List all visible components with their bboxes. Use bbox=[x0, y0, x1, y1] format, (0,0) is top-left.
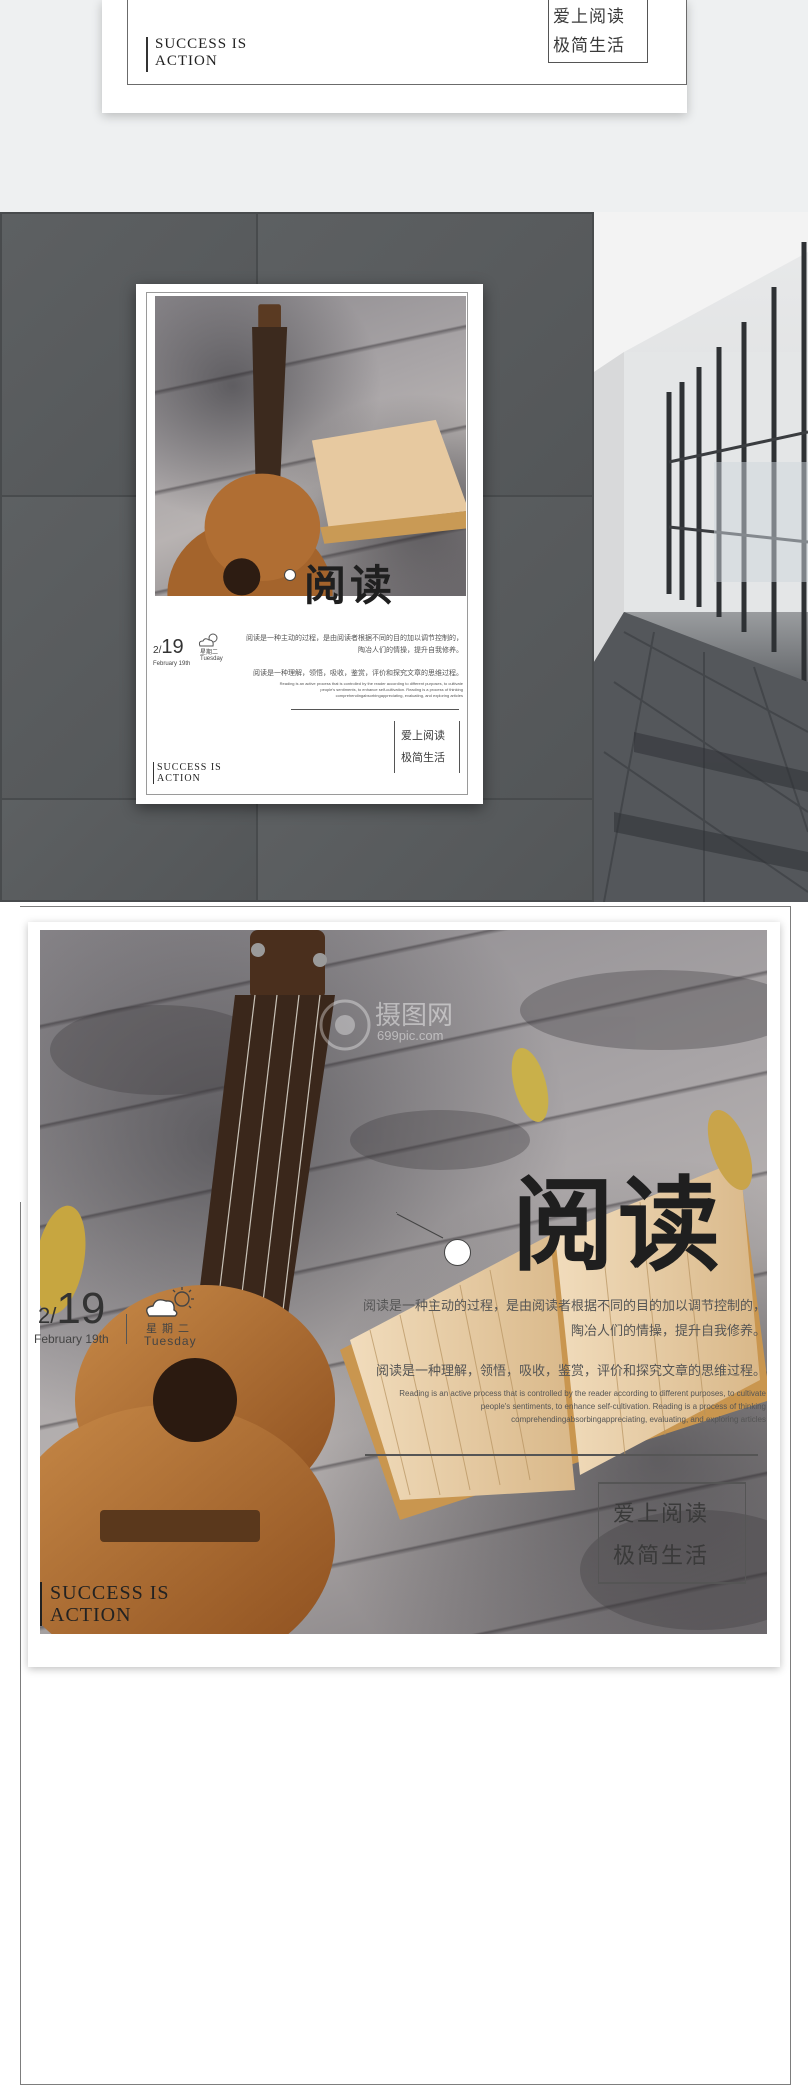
date-divider bbox=[126, 1314, 127, 1344]
mini-para-cn-1: 阅读是一种主动的过程，是由阅读者根据不同的目的加以调节控制的， 陶冶人们的情操，提… bbox=[246, 634, 463, 654]
poster-frame-left bbox=[20, 1202, 21, 2085]
slogan-text: SUCCESS IS ACTION bbox=[50, 1582, 170, 1626]
watermark-brand: 摄图网 bbox=[375, 1000, 454, 1030]
mini-poster-photo bbox=[155, 296, 466, 596]
mini-weekday: 星期二 Tuesday bbox=[200, 650, 223, 662]
poster-title: 阅读 bbox=[512, 1166, 724, 1286]
weekday-en: Tuesday bbox=[144, 1334, 197, 1348]
cloud-sun-icon bbox=[146, 1287, 194, 1317]
mini-para-en: Reading is an active process that is con… bbox=[279, 681, 463, 698]
date: 2/19 bbox=[38, 1284, 106, 1333]
corridor-photo bbox=[594, 212, 808, 902]
mini-title: 阅读 bbox=[304, 561, 397, 610]
guitar-book-illustration bbox=[167, 304, 466, 596]
slogan-text: SUCCESS IS ACTION bbox=[155, 36, 248, 69]
mini-tagline: 爱上阅读 极简生活 bbox=[394, 721, 460, 773]
tagline-bracket-bottom bbox=[598, 1582, 746, 1584]
date-label: February 19th bbox=[34, 1332, 109, 1346]
watermark-url: 699pic.com bbox=[377, 1028, 444, 1043]
content-divider bbox=[365, 1454, 758, 1456]
tagline-bracket-top bbox=[598, 1482, 746, 1484]
mini-divider bbox=[291, 709, 459, 710]
para-cn-1: 阅读是一种主动的过程，是由阅读者根据不同的目的加以调节控制的， 陶冶人们的情操，提… bbox=[362, 1299, 766, 1339]
mini-poster: 阅读 2/19 February 19th 星期二 Tuesday 阅读是一种主动… bbox=[136, 284, 483, 804]
mini-slogan: SUCCESS IS ACTION bbox=[157, 762, 222, 784]
para-en: Reading is an active process that is con… bbox=[399, 1389, 766, 1424]
title-circle bbox=[284, 569, 296, 581]
main-poster-section: 摄图网 699pic.com 阅读 2/19 February 19th 星期二… bbox=[0, 902, 808, 2090]
tagline-bracket: 爱上阅读 极简生活 bbox=[598, 1482, 746, 1582]
slogan-bar bbox=[146, 37, 148, 72]
mini-date-label: February 19th bbox=[153, 661, 191, 667]
slogan-bar bbox=[40, 1582, 42, 1626]
cropped-poster-section: SUCCESS IS ACTION 爱上阅读 极简生活 bbox=[0, 0, 808, 212]
wall-tile bbox=[0, 798, 258, 902]
tagline-bracket-bottom bbox=[548, 62, 648, 63]
para-cn-2: 阅读是一种理解，领悟，吸收，鉴赏，评价和探究文章的思维过程。 bbox=[375, 1364, 766, 1379]
corridor-illustration bbox=[594, 212, 808, 902]
wall-tile bbox=[256, 798, 594, 902]
mini-slogan-bar bbox=[153, 762, 154, 784]
mini-date: 2/19 bbox=[153, 636, 184, 658]
cloud-sun-icon bbox=[198, 633, 218, 647]
title-connector bbox=[396, 1213, 444, 1239]
title-circle bbox=[444, 1239, 471, 1266]
wall-mockup-section: 阅读 2/19 February 19th 星期二 Tuesday 阅读是一种主动… bbox=[0, 212, 808, 902]
mini-para-cn-2: 阅读是一种理解，领悟，吸收，鉴赏，评价和探究文章的思维过程。 bbox=[253, 669, 463, 677]
tagline-bracket: 爱上阅读 极简生活 bbox=[548, 0, 648, 62]
